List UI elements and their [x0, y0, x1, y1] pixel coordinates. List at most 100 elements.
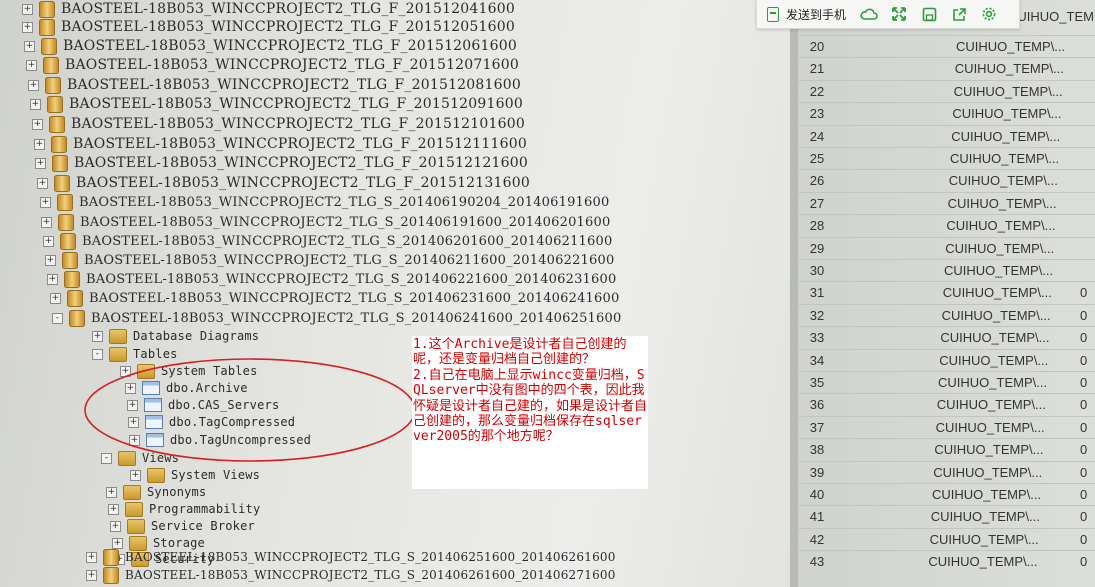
- grid-cell-text: CUIHUO_TEMP\...: [939, 352, 1049, 368]
- expand-icon[interactable]: +: [34, 138, 45, 150]
- expand-icon[interactable]: +: [30, 98, 41, 110]
- grid-row[interactable]: 28 CUIHUO_TEMP\...: [798, 215, 1095, 237]
- grid-row[interactable]: 29 CUIHUO_TEMP\...: [798, 238, 1095, 260]
- tree-node-database[interactable]: + BAOSTEEL-18B053_WINCCPROJECT2_TLG_S_201…: [47, 270, 616, 288]
- settings-button[interactable]: [974, 0, 1004, 28]
- tree-node-database[interactable]: - BAOSTEEL-18B053_WINCCPROJECT2_TLG_S_201…: [52, 309, 621, 327]
- phone-send-icon: [767, 6, 779, 22]
- tree-node-database[interactable]: + BAOSTEEL-18B053_WINCCPROJECT2_TLG_F_201…: [30, 95, 523, 113]
- grid-cell-value: 0: [1080, 487, 1088, 502]
- grid-row[interactable]: 22 CUIHUO_TEMP\...: [798, 81, 1095, 103]
- save-button[interactable]: [914, 0, 944, 28]
- expand-icon[interactable]: +: [24, 40, 35, 52]
- expand-icon[interactable]: +: [86, 551, 97, 563]
- grid-row[interactable]: 42 CUIHUO_TEMP\... 0: [798, 529, 1095, 551]
- tree-node-folder[interactable]: + Service Broker: [110, 517, 255, 535]
- tree-node-database[interactable]: + BAOSTEEL-18B053_WINCCPROJECT2_TLG_F_201…: [22, 0, 515, 18]
- database-icon: [47, 95, 63, 113]
- tree-node-database[interactable]: + BAOSTEEL-18B053_WINCCPROJECT2_TLG_S_201…: [50, 289, 619, 307]
- tree-node-folder[interactable]: + Programmability: [108, 500, 260, 518]
- grid-row[interactable]: 26 CUIHUO_TEMP\...: [798, 170, 1095, 192]
- grid-row[interactable]: 39 CUIHUO_TEMP\... 0: [798, 462, 1095, 484]
- grid-cell-value: 0: [1080, 375, 1088, 390]
- expand-icon[interactable]: +: [41, 216, 52, 228]
- grid-cell-text: CUIHUO_TEMP\...: [932, 487, 1042, 502]
- grid-row[interactable]: 36 CUIHUO_TEMP\... 0: [798, 394, 1095, 416]
- expand-icon[interactable]: +: [26, 59, 37, 71]
- database-icon: [58, 213, 74, 231]
- expand-icon[interactable]: +: [40, 196, 51, 208]
- expand-icon[interactable]: +: [92, 330, 103, 342]
- tree-node-folder[interactable]: + System Views: [130, 466, 260, 484]
- tree-node-database[interactable]: + BAOSTEEL-18B053_WINCCPROJECT2_TLG_S_201…: [40, 193, 609, 211]
- tree-node-database[interactable]: + BAOSTEEL-18B053_WINCCPROJECT2_TLG_S_201…: [43, 232, 612, 250]
- folder-icon: [123, 484, 141, 500]
- expand-icon[interactable]: +: [37, 177, 48, 189]
- grid-row-number: 38: [809, 442, 825, 458]
- tree-node-database[interactable]: + BAOSTEEL-18B053_WINCCPROJECT2_TLG_F_201…: [35, 154, 528, 172]
- tree-node-database[interactable]: + BAOSTEEL-18B053_WINCCPROJECT2_TLG_F_201…: [28, 76, 521, 94]
- grid-row[interactable]: 34 CUIHUO_TEMP\... 0: [798, 350, 1095, 372]
- expand-icon[interactable]: +: [108, 503, 119, 515]
- tree-node-database[interactable]: + BAOSTEEL-18B053_WINCCPROJECT2_TLG_S_201…: [86, 548, 616, 566]
- expand-icon[interactable]: +: [106, 486, 117, 498]
- tree-node-database[interactable]: + BAOSTEEL-18B053_WINCCPROJECT2_TLG_F_201…: [32, 115, 525, 133]
- grid-row[interactable]: 33 CUIHUO_TEMP\... 0: [798, 327, 1095, 349]
- expand-icon[interactable]: +: [43, 235, 54, 247]
- grid-row-number: 20: [809, 39, 825, 54]
- grid-row[interactable]: 24 CUIHUO_TEMP\...: [798, 126, 1095, 148]
- grid-cell-value: 0: [1080, 531, 1088, 547]
- expand-icon[interactable]: +: [47, 273, 58, 285]
- grid-row[interactable]: 21 CUIHUO_TEMP\...: [798, 58, 1095, 80]
- expand-icon[interactable]: +: [112, 537, 123, 549]
- database-icon: [45, 76, 61, 94]
- send-to-phone-button[interactable]: 发送到手机: [757, 0, 854, 28]
- grid-row[interactable]: 23 CUIHUO_TEMP\...: [798, 103, 1095, 125]
- expand-icon[interactable]: +: [32, 118, 43, 130]
- grid-row[interactable]: 27 CUIHUO_TEMP\...: [798, 193, 1095, 215]
- tree-node-label: BAOSTEEL-18B053_WINCCPROJECT2_TLG_S_2014…: [89, 290, 620, 306]
- tree-node-label: Synonyms: [147, 485, 207, 499]
- tree-node-database[interactable]: + BAOSTEEL-18B053_WINCCPROJECT2_TLG_F_201…: [22, 18, 515, 36]
- grid-row[interactable]: 38 CUIHUO_TEMP\... 0: [798, 439, 1095, 461]
- tree-node-folder[interactable]: + Synonyms: [106, 483, 206, 501]
- cloud-button[interactable]: [854, 0, 884, 28]
- grid-row[interactable]: 20 CUIHUO_TEMP\...: [798, 36, 1095, 58]
- expand-icon[interactable]: +: [22, 21, 33, 33]
- expand-button[interactable]: [884, 0, 914, 28]
- tree-node-label: BAOSTEEL-18B053_WINCCPROJECT2_TLG_S_2014…: [86, 271, 617, 287]
- tree-node-database[interactable]: + BAOSTEEL-18B053_WINCCPROJECT2_TLG_S_201…: [41, 213, 610, 231]
- expand-icon[interactable]: +: [28, 79, 39, 91]
- expand-icon[interactable]: +: [50, 292, 61, 304]
- share-button[interactable]: [944, 0, 974, 28]
- tree-node-database[interactable]: + BAOSTEEL-18B053_WINCCPROJECT2_TLG_F_201…: [26, 56, 519, 74]
- expand-icon[interactable]: +: [35, 157, 46, 169]
- tree-node-database[interactable]: + BAOSTEEL-18B053_WINCCPROJECT2_TLG_S_201…: [86, 566, 616, 584]
- grid-cell-text: CUIHUO_TEMP\...: [936, 397, 1046, 413]
- grid-row-number: 36: [809, 397, 825, 413]
- database-icon: [52, 154, 68, 172]
- tree-node-database[interactable]: + BAOSTEEL-18B053_WINCCPROJECT2_TLG_S_201…: [45, 251, 614, 269]
- grid-row[interactable]: 32 CUIHUO_TEMP\... 0: [798, 305, 1095, 327]
- grid-row[interactable]: 40 CUIHUO_TEMP\... 0: [798, 484, 1095, 506]
- grid-row[interactable]: 31 CUIHUO_TEMP\... 0: [798, 282, 1095, 304]
- grid-row[interactable]: 43 CUIHUO_TEMP\... 0: [798, 551, 1095, 573]
- expand-icon[interactable]: +: [86, 569, 97, 581]
- expand-icon[interactable]: +: [130, 469, 141, 481]
- tree-node-database[interactable]: + BAOSTEEL-18B053_WINCCPROJECT2_TLG_F_201…: [37, 174, 530, 192]
- grid-cell-value: 0: [1080, 464, 1088, 480]
- tree-node-database[interactable]: + BAOSTEEL-18B053_WINCCPROJECT2_TLG_F_201…: [34, 135, 527, 153]
- grid-row[interactable]: 41 CUIHUO_TEMP\... 0: [798, 506, 1095, 528]
- tree-node-folder[interactable]: + Database Diagrams: [92, 327, 259, 345]
- tree-node-database[interactable]: + BAOSTEEL-18B053_WINCCPROJECT2_TLG_F_201…: [24, 37, 517, 55]
- expand-icon[interactable]: +: [22, 3, 33, 15]
- expand-icon[interactable]: +: [45, 254, 56, 266]
- grid-row[interactable]: 35 CUIHUO_TEMP\... 0: [798, 372, 1095, 394]
- grid-cell-text: CUIHUO_TEMP\...: [942, 285, 1052, 301]
- grid-row[interactable]: 37 CUIHUO_TEMP\... 0: [798, 417, 1095, 439]
- grid-row[interactable]: 25 CUIHUO_TEMP\...: [798, 148, 1095, 170]
- expand-icon[interactable]: +: [110, 520, 121, 532]
- grid-cell-text: CUIHUO_TEMP\...: [934, 442, 1044, 458]
- collapse-icon[interactable]: -: [52, 312, 63, 324]
- grid-row[interactable]: 30 CUIHUO_TEMP\...: [798, 260, 1095, 282]
